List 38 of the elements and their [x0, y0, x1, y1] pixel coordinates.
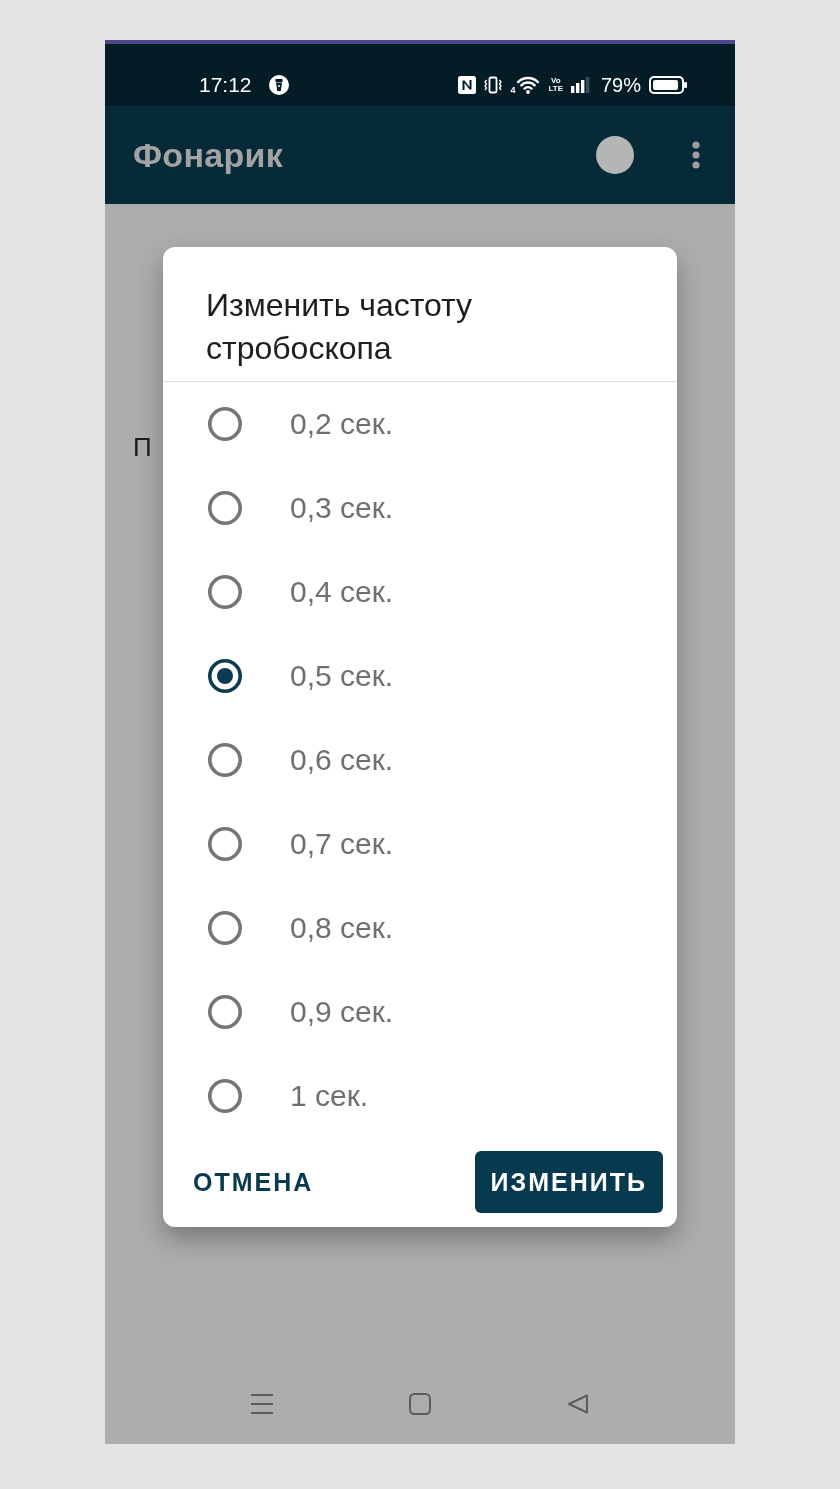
radio-option[interactable]: 0,8 сек.: [163, 886, 677, 970]
radio-option[interactable]: 0,7 сек.: [163, 802, 677, 886]
flashlight-icon: [268, 75, 289, 95]
background-text: П: [133, 432, 152, 462]
change-button[interactable]: ИЗМЕНИТЬ: [474, 1151, 663, 1213]
menu-icon[interactable]: [250, 1393, 274, 1415]
battery-icon: [649, 76, 687, 94]
radio-button[interactable]: [208, 827, 242, 861]
radio-option[interactable]: 0,9 сек.: [163, 970, 677, 1054]
wifi-icon: [516, 76, 541, 94]
radio-button[interactable]: [208, 1079, 242, 1113]
cancel-button[interactable]: ОТМЕНА: [177, 1151, 330, 1213]
volte-label: Vo LTE: [548, 77, 563, 93]
radio-button[interactable]: [208, 995, 242, 1029]
radio-option[interactable]: 0,6 сек.: [163, 718, 677, 802]
radio-button[interactable]: [208, 407, 242, 441]
battery-percent: 79%: [600, 73, 641, 97]
radio-option[interactable]: 0,5 сек.: [163, 634, 677, 718]
radio-button[interactable]: [208, 491, 242, 525]
overflow-menu-icon[interactable]: [692, 141, 700, 169]
radio-button[interactable]: [208, 575, 242, 609]
vibrate-icon: [484, 76, 503, 94]
signal-icon: [570, 77, 591, 93]
radio-button[interactable]: [208, 743, 242, 777]
radio-option[interactable]: 0,3 сек.: [163, 466, 677, 550]
nfc-icon: [458, 76, 477, 94]
radio-option[interactable]: 0,2 сек.: [163, 382, 677, 466]
app-title: Фонарик: [133, 135, 284, 175]
radio-option[interactable]: 0,4 сек.: [163, 550, 677, 634]
radio-button[interactable]: [208, 911, 242, 945]
network-type-label: 4: [510, 86, 516, 95]
radio-option[interactable]: 1 сек.: [163, 1054, 677, 1138]
clock-time: 17:12: [199, 73, 252, 97]
square-icon[interactable]: [409, 1393, 431, 1415]
circle-icon[interactable]: [596, 136, 634, 174]
back-icon[interactable]: [567, 1393, 589, 1415]
dialog-title: Изменить частоту стробоскопа: [205, 286, 474, 368]
radio-button[interactable]: [208, 659, 242, 693]
